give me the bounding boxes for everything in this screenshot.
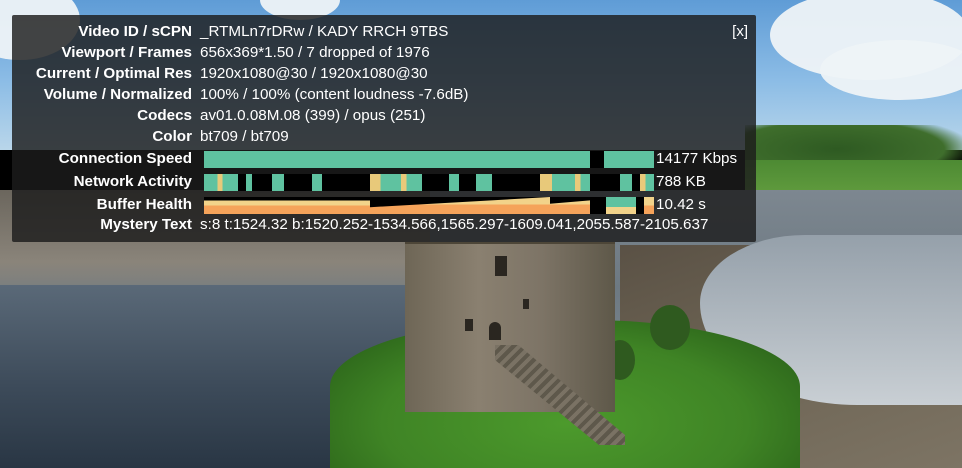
stat-value: s:8 t:1524.32 b:1520.252-1534.566,1565.2… <box>200 216 709 233</box>
network-activity-bar <box>540 174 552 191</box>
stat-row-connection-speed: Connection Speed 14177 Kbps <box>12 149 756 169</box>
stat-label: Buffer Health <box>96 196 192 213</box>
stat-value: bt709 / bt709 <box>200 128 289 145</box>
network-activity-bar <box>476 174 492 191</box>
network-activity-bar <box>640 174 654 191</box>
close-button[interactable]: [x] <box>732 22 748 42</box>
stat-label: Codecs <box>137 107 192 124</box>
stat-value: 656x369*1.50 / 7 dropped of 1976 <box>200 44 430 61</box>
network-activity-bar <box>246 174 252 191</box>
network-activity-bar <box>204 174 238 191</box>
stats-for-nerds-panel: [x] Video ID / sCPN _RTMLn7rDRw / KADY R… <box>12 15 756 242</box>
network-activity-graph <box>204 174 654 191</box>
stat-label: Current / Optimal Res <box>35 65 192 82</box>
stat-label: Color <box>152 128 192 145</box>
tower-window <box>523 299 529 309</box>
stat-label: Video ID / sCPN <box>78 23 192 40</box>
connection-speed-graph <box>204 151 654 168</box>
stat-label: Network Activity <box>73 173 192 190</box>
network-activity-bar <box>552 174 590 191</box>
tower-window <box>489 322 501 340</box>
stat-row-network-activity: Network Activity 788 KB <box>12 172 756 192</box>
network-activity-bar <box>312 174 322 191</box>
buffer-health-bar <box>550 200 590 214</box>
stat-label: Mystery Text <box>100 216 192 233</box>
tree <box>650 305 690 350</box>
castle-tower <box>405 242 615 412</box>
buffer-health-bar <box>606 197 636 214</box>
stat-value: 100% / 100% (content loudness -7.6dB) <box>200 86 469 103</box>
buffer-health-value: 10.42 s <box>656 196 706 213</box>
buffer-health-bar <box>204 197 370 214</box>
stat-label: Viewport / Frames <box>61 44 192 61</box>
buffer-health-graph <box>204 197 654 214</box>
connection-speed-bar <box>604 151 654 168</box>
buffer-health-bar <box>644 197 654 214</box>
tower-window <box>495 256 507 276</box>
connection-speed-value: 14177 Kbps <box>656 150 738 167</box>
stat-value: _RTMLn7rDRw / KADY RRCH 9TBS <box>200 23 449 40</box>
connection-speed-bar <box>590 151 604 168</box>
stat-row-buffer-health: Buffer Health 10.42 s <box>12 195 756 215</box>
buffer-health-bar <box>370 197 550 214</box>
stat-label: Volume / Normalized <box>43 86 192 103</box>
stat-value: av01.0.08M.08 (399) / opus (251) <box>200 107 426 124</box>
tower-window <box>465 319 473 331</box>
network-activity-bar <box>449 174 459 191</box>
network-activity-value: 788 KB <box>656 173 706 190</box>
network-activity-bar <box>272 174 284 191</box>
network-activity-bar <box>370 174 422 191</box>
network-activity-bar <box>620 174 632 191</box>
connection-speed-bar <box>204 151 590 168</box>
green-field <box>745 160 962 192</box>
stat-label: Connection Speed <box>58 150 192 167</box>
stat-value: 1920x1080@30 / 1920x1080@30 <box>200 65 428 82</box>
